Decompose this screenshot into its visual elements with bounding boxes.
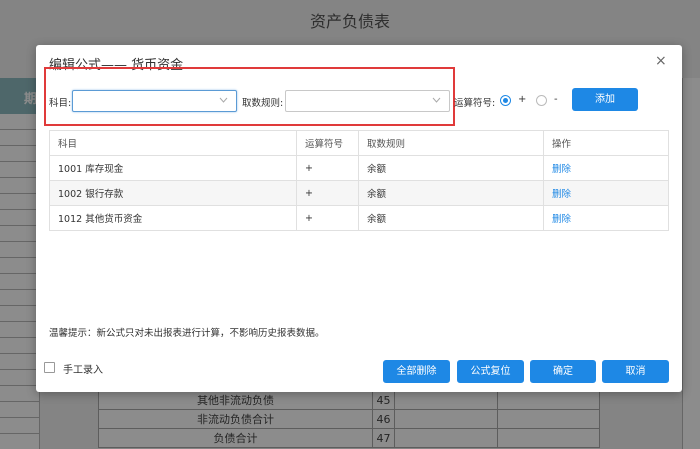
rule-label: 取数规则:: [242, 98, 284, 109]
operator-plus-label: +: [518, 94, 527, 105]
delete-all-button[interactable]: 全部删除: [383, 360, 450, 383]
confirm-button[interactable]: 确定: [530, 360, 596, 383]
formula-table: 科目 运算符号 取数规则 操作 1001 库存现金 + 余额 删除 1002 银…: [49, 130, 669, 231]
row-operator: +: [296, 205, 359, 231]
row-operator: +: [296, 155, 359, 181]
manual-entry-checkbox[interactable]: [44, 362, 55, 373]
subject-select[interactable]: [72, 90, 237, 112]
row-rule: 余额: [358, 155, 544, 181]
delete-row-link[interactable]: 删除: [543, 180, 669, 206]
chevron-down-icon: [219, 96, 228, 105]
rule-select[interactable]: [285, 90, 450, 112]
close-icon[interactable]: ×: [655, 53, 667, 69]
subject-label: 科目:: [49, 98, 72, 109]
operator-minus-label: -: [554, 94, 558, 105]
row-subject: 1012 其他货币资金: [49, 205, 297, 231]
header-subject: 科目: [49, 130, 297, 156]
row-subject: 1001 库存现金: [49, 155, 297, 181]
table-row: 1002 银行存款 + 余额 删除: [49, 180, 669, 206]
operator-label: 运算符号:: [454, 98, 496, 109]
row-rule: 余额: [358, 205, 544, 231]
header-rule: 取数规则: [358, 130, 544, 156]
operator-minus-radio[interactable]: [536, 95, 547, 106]
hint-text: 温馨提示：新公式只对未出报表进行计算，不影响历史报表数据。: [49, 328, 325, 339]
header-operator: 运算符号: [296, 130, 359, 156]
header-action: 操作: [543, 130, 669, 156]
table-row: 1012 其他货币资金 + 余额 删除: [49, 205, 669, 231]
row-operator: +: [296, 180, 359, 206]
delete-row-link[interactable]: 删除: [543, 155, 669, 181]
edit-formula-dialog: 编辑公式—— 货币资金 × 科目: 取数规则: 运算符号: + - 添加 科目: [36, 45, 682, 392]
chevron-down-icon: [432, 96, 441, 105]
cancel-button[interactable]: 取消: [602, 360, 669, 383]
formula-form: 科目: 取数规则: 运算符号: + - 添加: [36, 88, 682, 112]
delete-row-link[interactable]: 删除: [543, 205, 669, 231]
row-subject: 1002 银行存款: [49, 180, 297, 206]
operator-plus-radio[interactable]: [500, 95, 511, 106]
reset-formula-button[interactable]: 公式复位: [457, 360, 524, 383]
row-rule: 余额: [358, 180, 544, 206]
table-row: 1001 库存现金 + 余额 删除: [49, 155, 669, 181]
table-header-row: 科目 运算符号 取数规则 操作: [49, 130, 669, 156]
manual-entry-label: 手工录入: [63, 365, 103, 376]
add-button[interactable]: 添加: [572, 88, 638, 111]
